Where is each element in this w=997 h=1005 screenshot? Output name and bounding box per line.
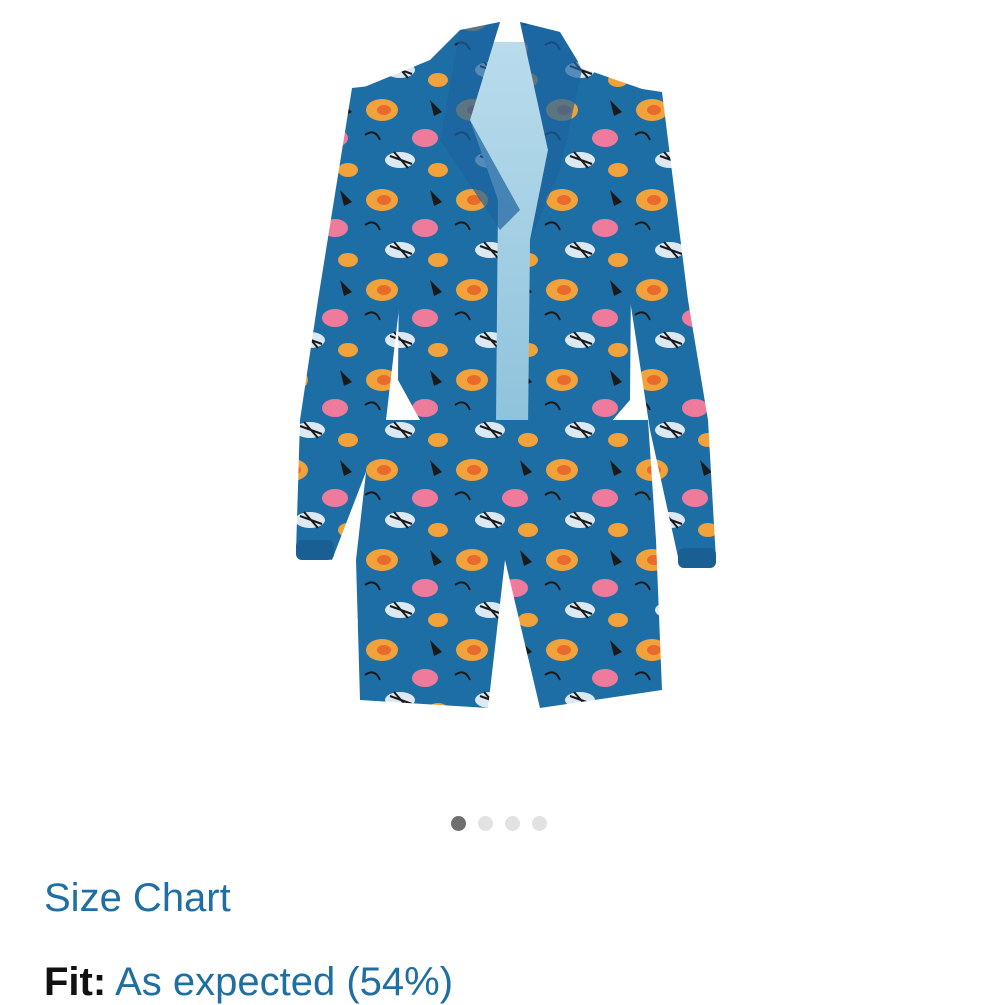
carousel-dot-2[interactable] — [477, 816, 493, 831]
outfit-illustration — [296, 22, 716, 708]
carousel-dot-3[interactable] — [504, 816, 520, 831]
shorts — [356, 420, 662, 708]
image-carousel-dots[interactable] — [0, 816, 997, 831]
carousel-dot-1[interactable] — [450, 816, 466, 831]
fit-value-link[interactable]: As expected (54%) — [115, 960, 453, 1004]
product-image[interactable] — [0, 0, 997, 790]
carousel-dot-4[interactable] — [531, 816, 547, 831]
fit-label: Fit: — [44, 960, 107, 1004]
size-chart-link[interactable]: Size Chart — [44, 876, 231, 921]
fit-row: Fit: As expected (54%) — [44, 960, 453, 1005]
